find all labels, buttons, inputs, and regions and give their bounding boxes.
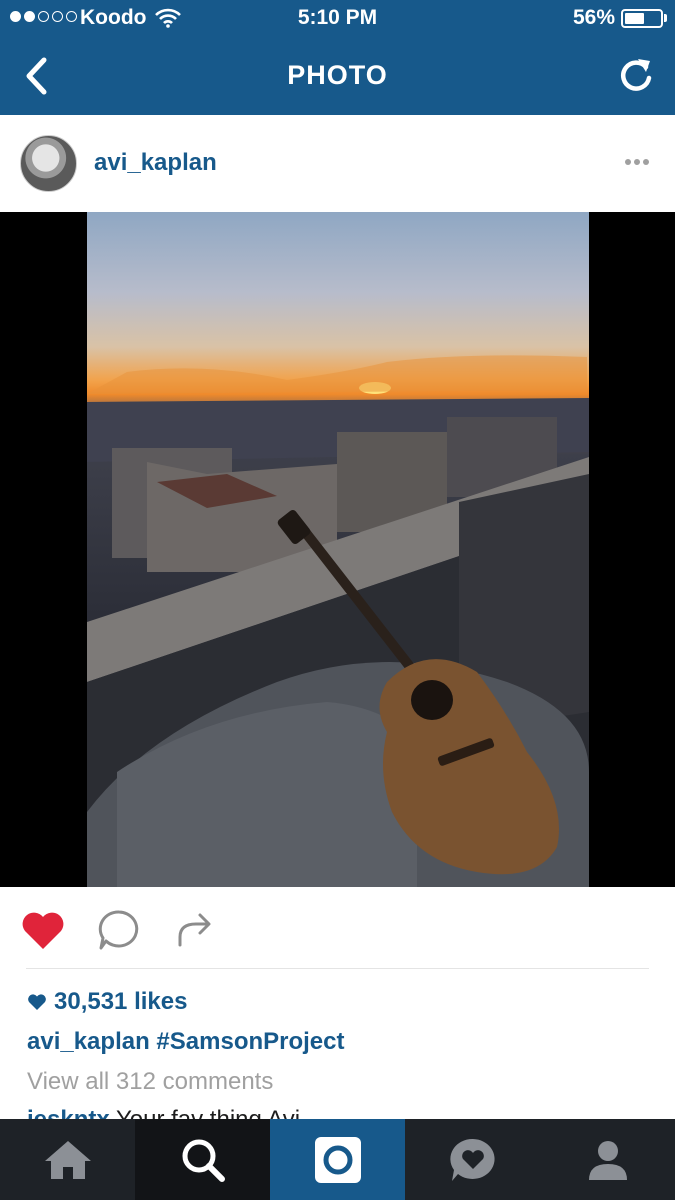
refresh-icon[interactable] xyxy=(615,54,657,98)
likes-label: 30,531 likes xyxy=(54,988,188,1015)
activity-icon xyxy=(449,1138,495,1181)
tab-profile[interactable] xyxy=(540,1119,675,1200)
likes-count[interactable]: 30,531 likes xyxy=(27,988,187,1016)
divider xyxy=(26,968,649,969)
tab-home[interactable] xyxy=(0,1119,135,1200)
post-header: avi_kaplan xyxy=(0,115,675,212)
battery-icon xyxy=(621,9,663,28)
photo-illustration xyxy=(87,355,589,887)
share-icon[interactable] xyxy=(176,909,216,949)
tab-search[interactable] xyxy=(135,1119,270,1200)
small-heart-icon xyxy=(28,994,46,1010)
caption-hashtag[interactable]: #SamsonProject xyxy=(156,1028,344,1055)
profile-icon xyxy=(588,1140,627,1180)
post-actions xyxy=(0,887,675,969)
battery-tip xyxy=(664,14,667,22)
cloud-shape xyxy=(87,355,587,394)
camera-icon xyxy=(314,1136,361,1183)
battery-percent: 56% xyxy=(572,6,615,29)
comment-icon[interactable] xyxy=(98,909,140,951)
page-title: PHOTO xyxy=(287,60,388,90)
tab-activity[interactable] xyxy=(405,1119,540,1200)
status-bar: Koodo 5:10 PM 56% xyxy=(0,0,675,38)
heart-icon[interactable] xyxy=(20,909,66,951)
tab-camera[interactable] xyxy=(270,1119,405,1200)
avatar[interactable] xyxy=(20,135,77,192)
post-username[interactable]: avi_kaplan xyxy=(94,149,217,177)
caption-username[interactable]: avi_kaplan xyxy=(27,1028,150,1055)
battery-fill xyxy=(625,13,644,24)
post-photo[interactable] xyxy=(87,212,589,887)
view-all-comments-link[interactable]: View all 312 comments xyxy=(27,1068,273,1096)
tab-bar xyxy=(0,1119,675,1200)
top-bar: Koodo 5:10 PM 56% PHOTO xyxy=(0,0,675,115)
caption: avi_kaplan #SamsonProject xyxy=(27,1028,345,1056)
guitar-soundhole xyxy=(411,680,453,720)
more-options-icon[interactable] xyxy=(625,159,649,165)
photo-container xyxy=(0,212,675,887)
search-icon xyxy=(182,1139,225,1182)
home-icon xyxy=(44,1140,91,1179)
